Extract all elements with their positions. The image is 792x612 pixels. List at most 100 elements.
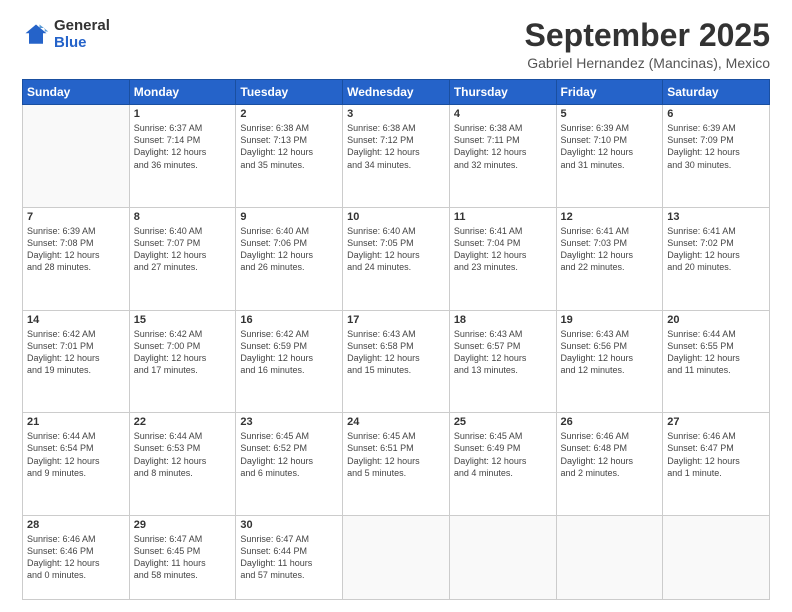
day-info: Sunrise: 6:44 AM Sunset: 6:53 PM Dayligh… [134, 430, 232, 479]
day-number: 6 [667, 108, 765, 120]
table-row: 16Sunrise: 6:42 AM Sunset: 6:59 PM Dayli… [236, 310, 343, 413]
day-number: 18 [454, 314, 552, 326]
day-info: Sunrise: 6:37 AM Sunset: 7:14 PM Dayligh… [134, 122, 232, 171]
day-number: 16 [240, 314, 338, 326]
table-row: 10 Sunrise: 6:40 AM Sunset: 7:05 PM Dayli… [343, 207, 450, 310]
day-info: Sunrise: 6:42 AM Sunset: 7:00 PM Dayligh… [134, 328, 232, 377]
day-info: Sunrise: 6:38 AM Sunset: 7:11 PM Dayligh… [454, 122, 552, 171]
table-row: 20 Sunrise: 6:44 AM Sunset: 6:55 PM Dayli… [663, 310, 770, 413]
day-number: 7 [27, 211, 125, 223]
day-info: Sunrise: 6:47 AM Sunset: 6:44 PM Dayligh… [240, 533, 338, 582]
day-info: Sunrise: 6:41 AM Sunset: 7:03 PM Dayligh… [561, 225, 659, 274]
logo-blue-text: Blue [54, 35, 110, 52]
table-row [663, 515, 770, 599]
table-row: 9 Sunrise: 6:40 AM Sunset: 7:06 PM Daylig… [236, 207, 343, 310]
table-row: 4 Sunrise: 6:38 AM Sunset: 7:11 PM Daylig… [449, 105, 556, 208]
day-info: Sunrise: 6:46 AM Sunset: 6:48 PM Dayligh… [561, 430, 659, 479]
day-number: 8 [134, 211, 232, 223]
table-row [449, 515, 556, 599]
col-saturday: Saturday [663, 80, 770, 105]
day-number: 24 [347, 416, 445, 428]
day-info: Sunrise: 6:39 AM Sunset: 7:10 PM Dayligh… [561, 122, 659, 171]
day-number: 22 [134, 416, 232, 428]
day-info: Sunrise: 6:42 AM Sunset: 7:01 PM Dayligh… [27, 328, 125, 377]
table-row: 2 Sunrise: 6:38 AM Sunset: 7:13 PM Daylig… [236, 105, 343, 208]
day-info: Sunrise: 6:46 AM Sunset: 6:46 PM Dayligh… [27, 533, 125, 582]
day-info: Sunrise: 6:44 AM Sunset: 6:55 PM Dayligh… [667, 328, 765, 377]
day-number: 13 [667, 211, 765, 223]
day-number: 14 [27, 314, 125, 326]
day-number: 11 [454, 211, 552, 223]
table-row [343, 515, 450, 599]
day-info: Sunrise: 6:40 AM Sunset: 7:06 PM Dayligh… [240, 225, 338, 274]
day-number: 25 [454, 416, 552, 428]
day-number: 9 [240, 211, 338, 223]
day-info: Sunrise: 6:38 AM Sunset: 7:13 PM Dayligh… [240, 122, 338, 171]
table-row: 6Sunrise: 6:39 AM Sunset: 7:09 PM Daylig… [663, 105, 770, 208]
logo-general-text: General [54, 18, 110, 35]
day-info: Sunrise: 6:41 AM Sunset: 7:02 PM Dayligh… [667, 225, 765, 274]
day-info: Sunrise: 6:40 AM Sunset: 7:07 PM Dayligh… [134, 225, 232, 274]
day-number: 20 [667, 314, 765, 326]
table-row: 25Sunrise: 6:45 AM Sunset: 6:49 PM Dayli… [449, 413, 556, 516]
table-row: 29 Sunrise: 6:47 AM Sunset: 6:45 PM Dayli… [129, 515, 236, 599]
table-row: 11 Sunrise: 6:41 AM Sunset: 7:04 PM Dayli… [449, 207, 556, 310]
day-number: 17 [347, 314, 445, 326]
title-month: September 2025 [525, 18, 770, 53]
table-row: 12Sunrise: 6:41 AM Sunset: 7:03 PM Dayli… [556, 207, 663, 310]
table-row: 21 Sunrise: 6:44 AM Sunset: 6:54 PM Dayli… [23, 413, 130, 516]
logo-text: General Blue [54, 18, 110, 51]
table-row: 18Sunrise: 6:43 AM Sunset: 6:57 PM Dayli… [449, 310, 556, 413]
day-number: 29 [134, 519, 232, 531]
day-info: Sunrise: 6:40 AM Sunset: 7:05 PM Dayligh… [347, 225, 445, 274]
col-sunday: Sunday [23, 80, 130, 105]
day-number: 23 [240, 416, 338, 428]
table-row: 15Sunrise: 6:42 AM Sunset: 7:00 PM Dayli… [129, 310, 236, 413]
day-info: Sunrise: 6:41 AM Sunset: 7:04 PM Dayligh… [454, 225, 552, 274]
title-block: September 2025 Gabriel Hernandez (Mancin… [525, 18, 770, 71]
col-friday: Friday [556, 80, 663, 105]
day-info: Sunrise: 6:45 AM Sunset: 6:51 PM Dayligh… [347, 430, 445, 479]
day-number: 30 [240, 519, 338, 531]
table-row: 3 Sunrise: 6:38 AM Sunset: 7:12 PM Daylig… [343, 105, 450, 208]
table-row: 28 Sunrise: 6:46 AM Sunset: 6:46 PM Dayli… [23, 515, 130, 599]
logo: General Blue [22, 18, 110, 51]
day-info: Sunrise: 6:47 AM Sunset: 6:45 PM Dayligh… [134, 533, 232, 582]
table-row: 19Sunrise: 6:43 AM Sunset: 6:56 PM Dayli… [556, 310, 663, 413]
day-number: 2 [240, 108, 338, 120]
day-info: Sunrise: 6:45 AM Sunset: 6:52 PM Dayligh… [240, 430, 338, 479]
day-number: 21 [27, 416, 125, 428]
day-info: Sunrise: 6:38 AM Sunset: 7:12 PM Dayligh… [347, 122, 445, 171]
day-number: 10 [347, 211, 445, 223]
table-row: 30 Sunrise: 6:47 AM Sunset: 6:44 PM Dayli… [236, 515, 343, 599]
table-row: 17 Sunrise: 6:43 AM Sunset: 6:58 PM Dayli… [343, 310, 450, 413]
day-number: 3 [347, 108, 445, 120]
day-number: 26 [561, 416, 659, 428]
day-info: Sunrise: 6:39 AM Sunset: 7:08 PM Dayligh… [27, 225, 125, 274]
col-wednesday: Wednesday [343, 80, 450, 105]
day-number: 1 [134, 108, 232, 120]
day-info: Sunrise: 6:46 AM Sunset: 6:47 PM Dayligh… [667, 430, 765, 479]
table-row [23, 105, 130, 208]
day-number: 28 [27, 519, 125, 531]
day-number: 4 [454, 108, 552, 120]
table-row: 24 Sunrise: 6:45 AM Sunset: 6:51 PM Dayli… [343, 413, 450, 516]
table-row: 7 Sunrise: 6:39 AM Sunset: 7:08 PM Daylig… [23, 207, 130, 310]
col-thursday: Thursday [449, 80, 556, 105]
logo-icon [22, 21, 50, 49]
calendar-table: Sunday Monday Tuesday Wednesday Thursday… [22, 79, 770, 600]
table-row: 14 Sunrise: 6:42 AM Sunset: 7:01 PM Dayli… [23, 310, 130, 413]
table-row: 26 Sunrise: 6:46 AM Sunset: 6:48 PM Dayli… [556, 413, 663, 516]
day-info: Sunrise: 6:44 AM Sunset: 6:54 PM Dayligh… [27, 430, 125, 479]
table-row: 5Sunrise: 6:39 AM Sunset: 7:10 PM Daylig… [556, 105, 663, 208]
page: General Blue September 2025 Gabriel Hern… [0, 0, 792, 612]
day-number: 27 [667, 416, 765, 428]
calendar-header-row: Sunday Monday Tuesday Wednesday Thursday… [23, 80, 770, 105]
day-info: Sunrise: 6:43 AM Sunset: 6:58 PM Dayligh… [347, 328, 445, 377]
day-info: Sunrise: 6:43 AM Sunset: 6:56 PM Dayligh… [561, 328, 659, 377]
col-tuesday: Tuesday [236, 80, 343, 105]
table-row: 8 Sunrise: 6:40 AM Sunset: 7:07 PM Daylig… [129, 207, 236, 310]
table-row: 13 Sunrise: 6:41 AM Sunset: 7:02 PM Dayli… [663, 207, 770, 310]
table-row: 22 Sunrise: 6:44 AM Sunset: 6:53 PM Dayli… [129, 413, 236, 516]
title-location: Gabriel Hernandez (Mancinas), Mexico [525, 55, 770, 71]
